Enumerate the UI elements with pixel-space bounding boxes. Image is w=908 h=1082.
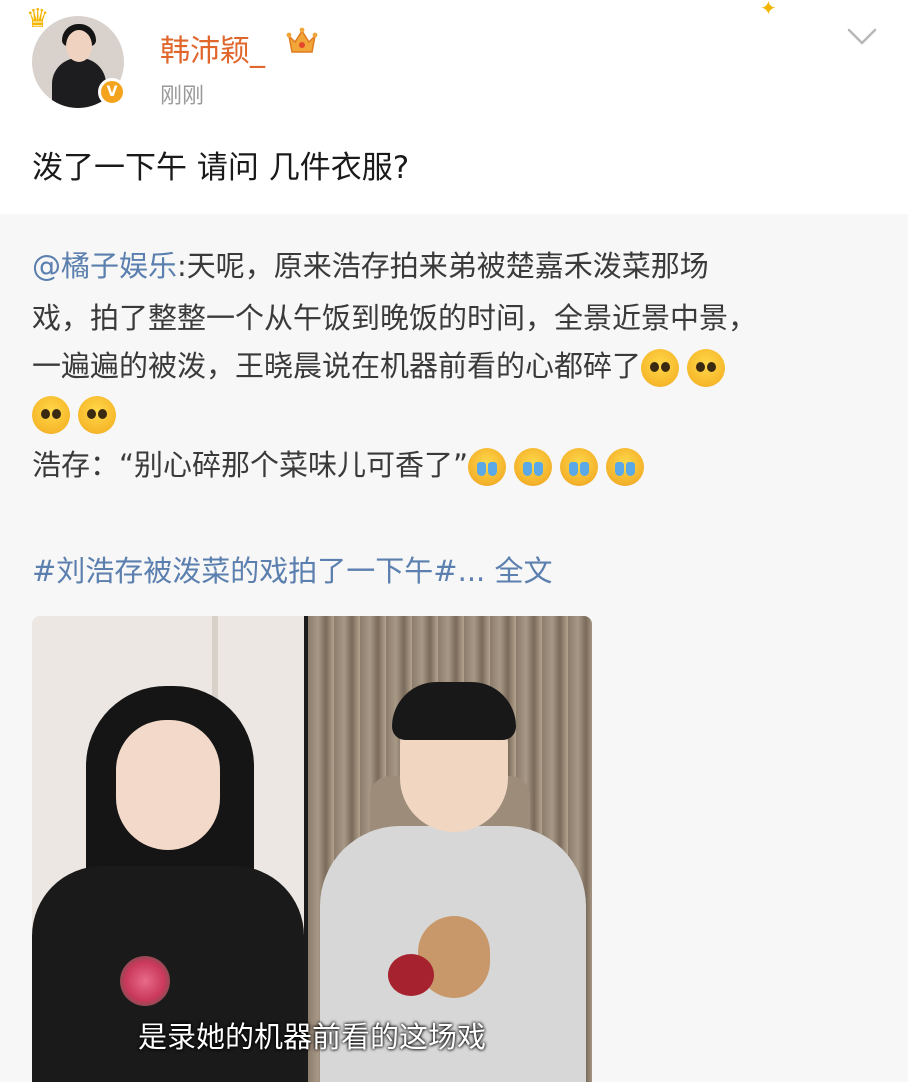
crying-emoji-icon [468,448,507,486]
vip-crown-icon [286,27,318,53]
hashtag-link[interactable]: #刘浩存被泼菜的戏拍了一下午#... [32,554,485,588]
video-right-frame [308,616,592,1082]
crying-emoji-icon [514,448,553,486]
repost-line-3: 一遍遍的被泼，王晓晨说在机器前看的心都碎了 [32,349,733,387]
post-header: ✦ ♛ V 韩沛颖_ 刚刚 泼了一下午 请问 几件衣服? [0,0,908,186]
pleading-emoji-icon [641,349,680,387]
quote-text: 浩存：“别心碎那个菜味儿可香了” [32,448,469,482]
crying-emoji-icon [560,448,599,486]
verified-badge-icon: V [98,78,126,106]
hashtag-row: #刘浩存被泼菜的戏拍了一下午#... 全文 [32,548,553,590]
repost-text-1: :天呢，原来浩存拍来弟被楚嘉禾泼菜那场 [177,249,709,283]
shirt-heart-print [388,954,434,996]
pleading-emoji-icon [78,396,116,434]
post-timestamp: 刚刚 [160,84,205,109]
repost-quote-line: 浩存：“别心碎那个菜味儿可香了” [32,448,652,486]
repost-text-3: 一遍遍的被泼，王晓晨说在机器前看的心都碎了 [32,349,642,383]
person-right-hair [392,682,516,740]
video-subtitle: 是录她的机器前看的这场戏 [137,1020,486,1054]
chevron-down-icon[interactable] [846,26,878,48]
pleading-emoji-icon [687,349,726,387]
reposted-content[interactable]: @橘子娱乐:天呢，原来浩存拍来弟被楚嘉禾泼菜那场 戏，拍了整整一个从午饭到晚饭的… [0,214,908,1082]
crown-decoration-icon: ✦ [760,0,777,20]
shirt-flower-print [120,956,170,1006]
repost-line-2: 戏，拍了整整一个从午饭到晚饭的时间，全景近景中景， [32,301,758,335]
video-left-frame [32,616,304,1082]
repost-emoji-line [32,396,124,434]
username[interactable]: 韩沛颖_ [160,26,265,70]
avatar-face [66,30,92,62]
mention-link[interactable]: @橘子娱乐 [32,249,177,283]
post-text: 泼了一下午 请问 几件衣服? [32,150,410,186]
expand-full-text-link[interactable]: 全文 [494,554,552,588]
person-left-face [116,720,220,850]
crying-emoji-icon [606,448,645,486]
pleading-emoji-icon [32,396,70,434]
video-thumbnail[interactable]: 是录她的机器前看的这场戏 [32,616,592,1082]
repost-line-1: @橘子娱乐:天呢，原来浩存拍来弟被楚嘉禾泼菜那场 [32,252,709,281]
avatar-figure [52,58,106,108]
crown-frame-icon: ♛ [26,4,50,34]
avatar[interactable]: ♛ V [26,4,126,108]
